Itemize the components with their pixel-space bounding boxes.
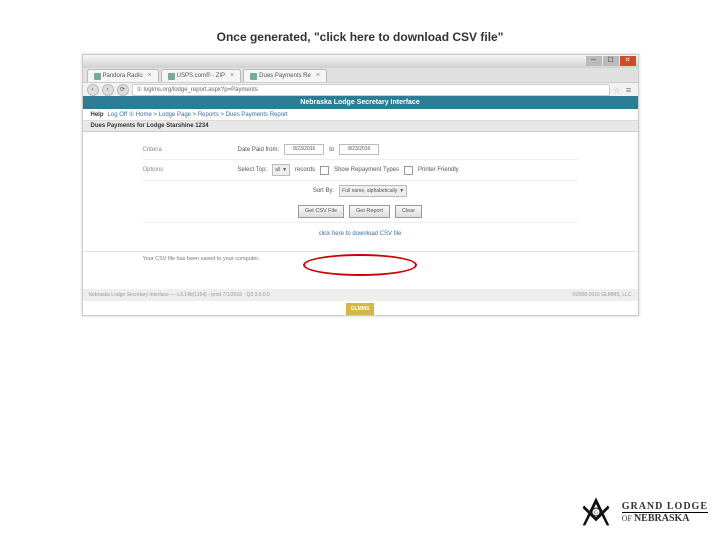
back-button[interactable]: ‹ (87, 84, 99, 96)
clear-button[interactable]: Clear (395, 205, 422, 218)
favicon-icon (168, 73, 175, 80)
close-button[interactable]: ✕ (620, 56, 636, 66)
sort-by-label: Sort By: (313, 188, 334, 194)
footer-left: Nebraska Lodge Secretary Interface — v.3… (89, 292, 270, 298)
printer-friendly-checkbox[interactable] (404, 166, 413, 175)
window-titlebar: ─ ☐ ✕ (83, 55, 638, 68)
select-top-dropdown[interactable]: all (272, 164, 290, 176)
printer-friendly-label: Printer Friendly (418, 167, 459, 173)
reload-button[interactable]: ⟳ (117, 84, 129, 96)
date-to-label: to (329, 147, 334, 153)
report-form: Criteria Date Paid from: 8/23/2016 to 8/… (83, 132, 638, 245)
brand-line1: GRAND LODGE (622, 501, 708, 513)
date-from-label: Date Paid from: (238, 147, 280, 153)
brand-of: OF (622, 514, 632, 523)
breadcrumb: Help Log Off ① Home > Lodge Page > Report… (83, 109, 638, 121)
square-compass-icon: G (576, 492, 616, 532)
options-label: Options (143, 167, 233, 173)
records-label: records (295, 167, 315, 173)
instruction-caption: Once generated, "click here to download … (0, 30, 720, 44)
url-input[interactable]: ① loglms.org/lodge_report.aspx?p=Payment… (132, 84, 611, 96)
tab-label: Pandora Radio (103, 70, 143, 82)
svg-text:G: G (594, 510, 598, 516)
glmms-badge: GLMMS (346, 303, 374, 315)
sort-by-dropdown[interactable]: Full name, alphabetically (339, 185, 407, 197)
download-csv-link[interactable]: click here to download CSV file (319, 231, 402, 237)
footer-bar: Nebraska Lodge Secretary Interface — v.3… (83, 289, 638, 301)
date-from-input[interactable]: 8/23/2016 (284, 144, 324, 155)
breadcrumb-path[interactable]: Log Off ① Home > Lodge Page > Reports > … (108, 112, 288, 118)
show-repayment-checkbox[interactable] (320, 166, 329, 175)
criteria-label: Criteria (143, 147, 233, 153)
minimize-button[interactable]: ─ (586, 56, 602, 66)
show-repayment-label: Show Repayment Types (334, 167, 399, 173)
favicon-icon (94, 73, 101, 80)
browser-window: ─ ☐ ✕ Pandora Radio × USPS.com® - ZIP × Du… (82, 54, 639, 316)
page-content: Nebraska Lodge Secretary Interface Help L… (83, 96, 638, 315)
tab-close-icon[interactable]: × (316, 70, 320, 82)
favicon-icon (250, 73, 257, 80)
get-csv-button[interactable]: Get CSV File (298, 205, 344, 218)
forward-button[interactable]: › (102, 84, 114, 96)
date-to-input[interactable]: 8/23/2016 (339, 144, 379, 155)
tab-usps[interactable]: USPS.com® - ZIP × (161, 69, 242, 82)
help-label[interactable]: Help (91, 112, 104, 118)
brand-state: NEBRASKA (634, 513, 690, 524)
tab-dues-payments[interactable]: Dues Payments Re × (243, 69, 327, 82)
select-top-label: Select Top: (238, 167, 268, 173)
app-title: Nebraska Lodge Secretary Interface (83, 96, 638, 109)
saved-message: Your CSV file has been saved to your com… (83, 251, 638, 266)
grand-lodge-logo: G GRAND LODGE OF NEBRASKA (576, 492, 708, 532)
tab-label: USPS.com® - ZIP (177, 70, 225, 82)
get-report-button[interactable]: Get Report (349, 205, 390, 218)
maximize-button[interactable]: ☐ (603, 56, 619, 66)
bookmark-icon[interactable]: ☆ (613, 86, 620, 95)
tab-strip: Pandora Radio × USPS.com® - ZIP × Dues Pay… (83, 68, 638, 82)
tab-label: Dues Payments Re (259, 70, 311, 82)
section-title: Dues Payments for Lodge Starshine 1234 (83, 121, 638, 132)
footer-right: ©2008-2016 GLMMS, LLC (572, 292, 631, 298)
tab-pandora[interactable]: Pandora Radio × (87, 69, 159, 82)
menu-icon[interactable]: ≡ (624, 85, 634, 95)
tab-close-icon[interactable]: × (230, 70, 234, 82)
tab-close-icon[interactable]: × (148, 70, 152, 82)
